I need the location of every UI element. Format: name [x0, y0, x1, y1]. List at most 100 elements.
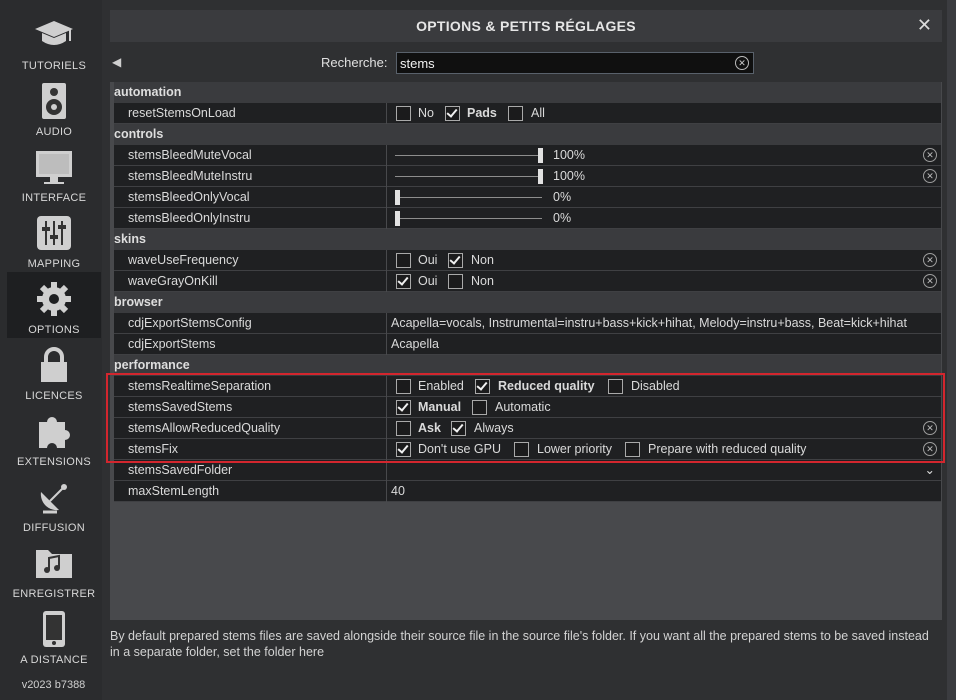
slider-thumb[interactable] — [538, 169, 543, 184]
sidebar-item-options[interactable]: OPTIONS — [7, 272, 101, 338]
search-input[interactable] — [400, 53, 720, 73]
options-table: automation resetStemsOnLoad No Pads All … — [110, 82, 942, 620]
back-arrow-icon[interactable]: ◀ — [112, 55, 121, 69]
option-row: stemsBleedMuteInstru 100% ✕ — [114, 166, 941, 187]
category-automation: automation — [114, 82, 941, 103]
lock-icon — [32, 346, 76, 384]
choice-label: Pads — [467, 106, 497, 120]
sidebar-item-tutoriels[interactable]: TUTORIELS — [7, 8, 101, 74]
sidebar-item-label: AUDIO — [35, 126, 73, 138]
graduation-cap-icon — [32, 16, 76, 54]
clear-search-icon[interactable]: ✕ — [735, 56, 749, 70]
option-name: stemsBleedMuteInstru — [128, 169, 253, 183]
checkbox-non[interactable] — [448, 253, 463, 268]
slider-value: 0% — [553, 190, 572, 204]
option-name: resetStemsOnLoad — [128, 106, 236, 120]
category-skins: skins — [114, 229, 941, 250]
chevron-down-icon[interactable]: ⌄ — [925, 462, 935, 477]
option-row: stemsBleedOnlyVocal 0% — [114, 187, 941, 208]
sidebar: TUTORIELS AUDIO INTERFACE MAPPING OPTION… — [0, 0, 102, 700]
sidebar-item-a-distance[interactable]: A DISTANCE — [7, 602, 101, 668]
choice-label: No — [418, 106, 434, 120]
slider-thumb[interactable] — [395, 211, 400, 226]
category-label: browser — [114, 295, 163, 309]
choice-label: Non — [471, 274, 494, 288]
option-value: Acapella=vocals, Instrumental=instru+bas… — [391, 316, 907, 330]
option-name: stemsBleedOnlyInstru — [128, 211, 251, 225]
highlight-box — [106, 373, 945, 463]
option-name: stemsBleedOnlyVocal — [128, 190, 250, 204]
option-name: maxStemLength — [128, 484, 220, 498]
category-browser: browser — [114, 292, 941, 313]
phone-icon — [32, 610, 76, 648]
sidebar-item-licences[interactable]: LICENCES — [7, 338, 101, 404]
speaker-icon — [32, 82, 76, 120]
slider-track[interactable] — [395, 218, 542, 219]
category-controls: controls — [114, 124, 941, 145]
reset-icon[interactable]: ✕ — [923, 169, 937, 183]
checkbox-oui[interactable] — [396, 253, 411, 268]
help-text: By default prepared stems files are save… — [110, 629, 929, 659]
sliders-icon — [32, 214, 76, 252]
sidebar-item-enregistrer[interactable]: ENREGISTRER — [7, 536, 101, 602]
sidebar-item-label: EXTENSIONS — [17, 456, 91, 468]
slider-thumb[interactable] — [395, 190, 400, 205]
option-value: 40 — [391, 484, 405, 498]
checkbox-no[interactable] — [396, 106, 411, 121]
option-row: cdjExportStems Acapella — [114, 334, 941, 355]
puzzle-icon — [32, 412, 76, 450]
gear-icon — [32, 280, 76, 318]
close-icon[interactable]: ✕ — [917, 15, 932, 36]
option-row: stemsSavedFolder ⌄ — [114, 460, 941, 481]
option-value: Acapella — [391, 337, 439, 351]
slider-value: 0% — [553, 211, 572, 225]
dialog-title: OPTIONS & PETITS RÉGLAGES — [416, 18, 636, 34]
option-name: waveGrayOnKill — [128, 274, 218, 288]
option-name: stemsSavedFolder — [128, 463, 233, 477]
slider-track[interactable] — [395, 155, 542, 156]
option-row: stemsBleedOnlyInstru 0% — [114, 208, 941, 229]
choice-label: Oui — [418, 253, 438, 267]
search-box: ✕ — [396, 52, 754, 74]
option-name: stemsBleedMuteVocal — [128, 148, 252, 162]
option-name: waveUseFrequency — [128, 253, 239, 267]
sidebar-item-interface[interactable]: INTERFACE — [7, 140, 101, 206]
reset-icon[interactable]: ✕ — [923, 148, 937, 162]
sidebar-item-mapping[interactable]: MAPPING — [7, 206, 101, 272]
slider-track[interactable] — [395, 176, 542, 177]
checkbox-pads[interactable] — [445, 106, 460, 121]
slider-value: 100% — [553, 169, 585, 183]
sidebar-item-label: INTERFACE — [21, 192, 87, 204]
option-row: cdjExportStemsConfig Acapella=vocals, In… — [114, 313, 941, 334]
slider-track[interactable] — [395, 197, 542, 198]
slider-thumb[interactable] — [538, 148, 543, 163]
background-window-strip — [947, 0, 956, 700]
slider-value: 100% — [553, 148, 585, 162]
monitor-icon — [32, 148, 76, 186]
checkbox-non[interactable] — [448, 274, 463, 289]
sidebar-item-label: LICENCES — [25, 390, 83, 402]
option-name: cdjExportStemsConfig — [128, 316, 252, 330]
sidebar-item-diffusion[interactable]: DIFFUSION — [7, 470, 101, 536]
sidebar-item-label: A DISTANCE — [20, 654, 88, 666]
satellite-dish-icon — [32, 478, 76, 516]
option-row: stemsBleedMuteVocal 100% ✕ — [114, 145, 941, 166]
search-label: Recherche: — [321, 55, 388, 70]
option-row: resetStemsOnLoad No Pads All — [114, 103, 941, 124]
reset-icon[interactable]: ✕ — [923, 253, 937, 267]
sidebar-item-label: MAPPING — [27, 258, 81, 270]
reset-icon[interactable]: ✕ — [923, 274, 937, 288]
dialog-titlebar: OPTIONS & PETITS RÉGLAGES ✕ — [110, 10, 942, 42]
music-folder-icon — [32, 544, 76, 582]
checkbox-oui[interactable] — [396, 274, 411, 289]
sidebar-item-label: ENREGISTRER — [12, 588, 96, 600]
option-row: waveUseFrequency Oui Non ✕ — [114, 250, 941, 271]
choice-label: All — [531, 106, 545, 120]
option-row: waveGrayOnKill Oui Non ✕ — [114, 271, 941, 292]
options-dialog: OPTIONS & PETITS RÉGLAGES ✕ ◀ Recherche:… — [102, 0, 947, 700]
option-row: maxStemLength 40 — [114, 481, 941, 502]
sidebar-item-extensions[interactable]: EXTENSIONS — [7, 404, 101, 470]
category-label: controls — [114, 127, 164, 141]
checkbox-all[interactable] — [508, 106, 523, 121]
sidebar-item-audio[interactable]: AUDIO — [7, 74, 101, 140]
